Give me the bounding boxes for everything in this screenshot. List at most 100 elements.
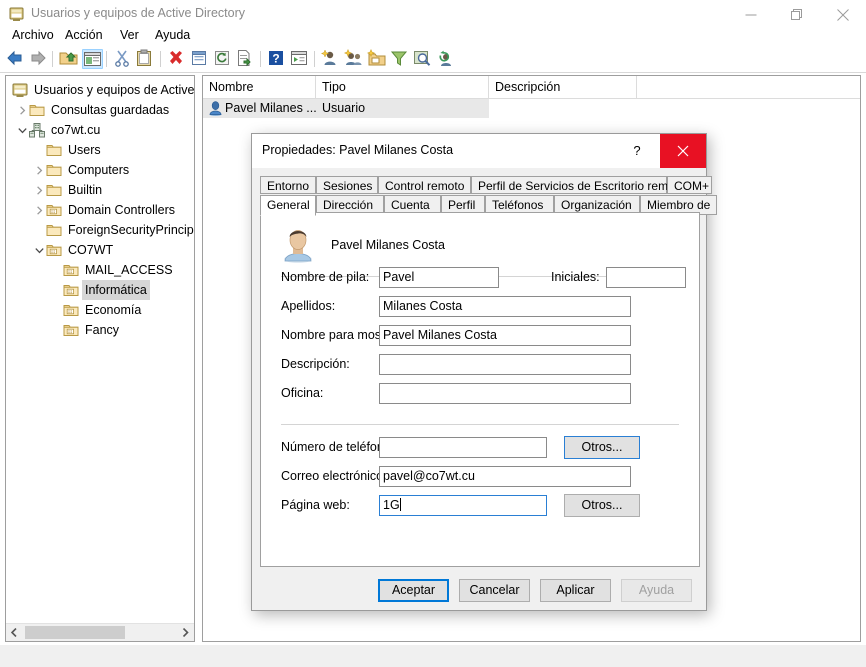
- back-icon[interactable]: [5, 49, 26, 69]
- dialog-user-name: Pavel Milanes Costa: [331, 238, 445, 252]
- tree-item-co7wt-cu[interactable]: co7wt.cu: [6, 120, 194, 140]
- console-tree[interactable]: Usuarios y equipos de Active Dir Consulta…: [6, 76, 194, 623]
- tree-item-inform-tica[interactable]: Informática: [6, 280, 194, 300]
- tab-sesiones[interactable]: Sesiones: [316, 176, 378, 194]
- label-iniciales: Iniciales:: [551, 270, 600, 284]
- divider-bottom: [281, 424, 679, 425]
- chevron-down-icon[interactable]: [16, 120, 28, 140]
- new-user-icon[interactable]: [320, 49, 342, 69]
- tree-item-usuarios-y-equipos-de-active-dir[interactable]: Usuarios y equipos de Active Dir: [6, 80, 194, 100]
- label-apellidos: Apellidos:: [281, 299, 336, 313]
- tab-perfil-de-servicios-de-escritorio-remoto[interactable]: Perfil de Servicios de Escritorio remoto: [471, 176, 685, 194]
- list-column-tipo[interactable]: Tipo: [316, 76, 489, 98]
- toolbar: ?: [0, 46, 866, 73]
- input-apellidos[interactable]: Milanes Costa: [379, 296, 631, 317]
- aplicar-button[interactable]: Aplicar: [540, 579, 611, 602]
- input-pagina-web[interactable]: 1G: [379, 495, 547, 516]
- find-icon[interactable]: [413, 49, 434, 69]
- refresh-icon[interactable]: [213, 49, 234, 69]
- dialog-title: Propiedades: Pavel Milanes Costa: [262, 143, 454, 157]
- chevron-right-icon[interactable]: [33, 160, 45, 180]
- general-tab-panel: Pavel Milanes Costa Nombre de pila: Pavel…: [260, 212, 700, 567]
- table-row[interactable]: Pavel Milanes ... Usuario: [203, 99, 860, 118]
- tab-general[interactable]: General: [260, 195, 316, 216]
- help-icon[interactable]: ?: [267, 49, 288, 69]
- folder-icon: [46, 162, 62, 178]
- tree-item-fancy[interactable]: Fancy: [6, 320, 194, 340]
- otros-pagina-web-button[interactable]: Otros...: [564, 494, 640, 517]
- tree-item-label: Builtin: [68, 183, 103, 197]
- tree-item-consultas-guardadas[interactable]: Consultas guardadas: [6, 100, 194, 120]
- input-nombre-de-pila[interactable]: Pavel: [379, 267, 499, 288]
- chevron-right-icon[interactable]: [33, 200, 45, 220]
- text-caret: [399, 498, 401, 511]
- list-column-nombre[interactable]: Nombre: [203, 76, 316, 98]
- paste-icon[interactable]: [136, 49, 157, 69]
- scrollbar-thumb[interactable]: [25, 626, 125, 639]
- tree-item-econom-a[interactable]: Economía: [6, 300, 194, 320]
- menu-accion[interactable]: Acción: [58, 25, 110, 46]
- tab-com[interactable]: COM+: [667, 176, 712, 194]
- ayuda-button: Ayuda: [621, 579, 692, 602]
- tree-item-co7wt[interactable]: CO7WT: [6, 240, 194, 260]
- forward-icon[interactable]: [28, 49, 49, 69]
- tree-item-label: Consultas guardadas: [51, 103, 170, 117]
- domain-icon: [29, 122, 45, 138]
- tree-item-computers[interactable]: Computers: [6, 160, 194, 180]
- cancelar-button[interactable]: Cancelar: [459, 579, 530, 602]
- label-pagina-web: Página web:: [281, 498, 350, 512]
- show-console-tree-icon[interactable]: [290, 49, 311, 69]
- up-folder-icon[interactable]: [59, 49, 80, 69]
- statusbar: [0, 645, 866, 667]
- new-ou-icon[interactable]: [366, 48, 388, 69]
- tree-item-builtin[interactable]: Builtin: [6, 180, 194, 200]
- show-hide-tree-icon[interactable]: [82, 49, 103, 69]
- new-group-icon[interactable]: [343, 48, 365, 69]
- chevron-right-icon[interactable]: [16, 100, 28, 120]
- input-value: pavel@co7wt.cu: [383, 469, 475, 483]
- tree-item-label: Usuarios y equipos de Active Dir: [34, 83, 194, 97]
- tree-item-mail-access[interactable]: MAIL_ACCESS: [6, 260, 194, 280]
- input-oficina[interactable]: [379, 383, 631, 404]
- app-window: Usuarios y equipos de Active Directory A…: [0, 0, 866, 667]
- menu-ayuda[interactable]: Ayuda: [148, 25, 197, 46]
- aceptar-button[interactable]: Aceptar: [378, 579, 449, 602]
- chevron-down-icon[interactable]: [33, 240, 45, 260]
- chevron-right-icon[interactable]: [33, 180, 45, 200]
- dialog-tabstrip[interactable]: Entorno Sesiones Control remoto Perfil de S…: [260, 176, 717, 216]
- ou-icon: [46, 202, 62, 218]
- otros-telefono-button[interactable]: Otros...: [564, 436, 640, 459]
- menu-ver[interactable]: Ver: [113, 25, 146, 46]
- ou-icon: [63, 282, 79, 298]
- export-list-icon[interactable]: [236, 49, 257, 69]
- cell-tipo: Usuario: [322, 101, 366, 115]
- menu-archivo[interactable]: Archivo: [5, 25, 61, 46]
- tree-item-label: Users: [68, 143, 101, 157]
- input-descripcion[interactable]: [379, 354, 631, 375]
- cut-icon[interactable]: [113, 49, 134, 69]
- filter-icon[interactable]: [390, 49, 411, 69]
- tree-item-domain-controllers[interactable]: Domain Controllers: [6, 200, 194, 220]
- properties-icon[interactable]: [190, 49, 211, 69]
- input-numero-de-telefono[interactable]: [379, 437, 547, 458]
- reset-password-icon[interactable]: [436, 49, 457, 69]
- folder-icon: [46, 142, 62, 158]
- ou-icon: [63, 322, 79, 338]
- folder-icon: [46, 222, 62, 238]
- list-column-descripci-n[interactable]: Descripción: [489, 76, 637, 98]
- tree-horizontal-scrollbar[interactable]: [6, 623, 194, 641]
- tree-item-users[interactable]: Users: [6, 140, 194, 160]
- dialog-close-button[interactable]: [660, 134, 706, 168]
- tree-item-label: Fancy: [85, 323, 120, 337]
- tree-item-foreignsecurityprincipals[interactable]: ForeignSecurityPrincipals: [6, 220, 194, 240]
- label-nombre-de-pila: Nombre de pila:: [281, 270, 370, 284]
- scroll-left-button[interactable]: [6, 624, 23, 641]
- dialog-help-button[interactable]: ?: [614, 134, 660, 168]
- delete-icon[interactable]: [167, 49, 188, 69]
- input-correo-electronico[interactable]: pavel@co7wt.cu: [379, 466, 631, 487]
- tab-control-remoto[interactable]: Control remoto: [378, 176, 471, 194]
- scroll-right-button[interactable]: [177, 624, 194, 641]
- input-iniciales[interactable]: [606, 267, 686, 288]
- input-nombre-para-mostrar[interactable]: Pavel Milanes Costa: [379, 325, 631, 346]
- tab-entorno[interactable]: Entorno: [260, 176, 316, 194]
